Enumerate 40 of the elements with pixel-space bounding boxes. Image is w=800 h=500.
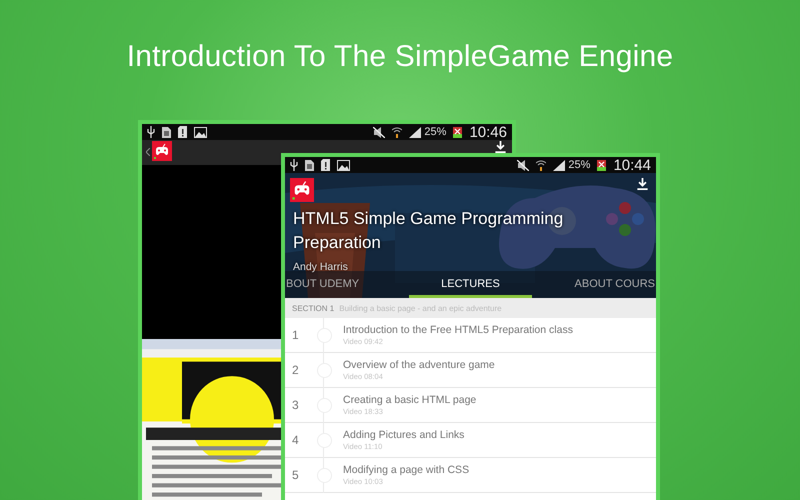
wifi-icon <box>392 126 402 138</box>
usb-icon <box>290 159 298 171</box>
course-author: Andy Harris <box>293 261 349 273</box>
signal-icon <box>409 126 422 138</box>
app-icon[interactable] <box>152 141 172 161</box>
lecture-number: 1 <box>292 328 299 342</box>
battery-percent: 25% <box>424 126 446 138</box>
battery-icon <box>453 126 462 138</box>
back-chevron-icon[interactable] <box>146 148 150 156</box>
sd-card-icon <box>321 159 330 171</box>
wifi-icon <box>536 160 546 170</box>
sim-card-icon <box>162 126 171 138</box>
lecture-number: 4 <box>292 433 299 447</box>
lecture-title[interactable]: Modifying a page with CSS <box>343 464 470 476</box>
course-title: HTML5 Simple Game Programming Preparation <box>293 208 564 254</box>
battery-icon <box>597 159 606 171</box>
lecture-title[interactable]: Introduction to the Free HTML5 Preparation class <box>343 324 573 336</box>
sd-card-icon <box>178 126 187 138</box>
section-label: SECTION 1 <box>292 304 334 312</box>
mute-icon <box>517 160 530 170</box>
sim-card-icon <box>305 159 314 171</box>
image-icon <box>194 126 207 138</box>
download-icon[interactable] <box>637 178 648 190</box>
app-icon[interactable] <box>290 178 314 202</box>
mute-icon <box>373 126 386 138</box>
clock-time: 10:44 <box>613 157 651 174</box>
lecture-number: 2 <box>292 363 299 377</box>
lecture-title[interactable]: Overview of the adventure game <box>343 359 495 371</box>
clock-time: 10:46 <box>469 124 507 140</box>
tab[interactable]: BOUT UDEMY <box>285 274 409 298</box>
headline: Introduction To The SimpleGame Engine <box>126 40 674 74</box>
usb-icon <box>147 126 155 138</box>
lecture-title[interactable]: Creating a basic HTML page <box>343 394 476 406</box>
download-icon[interactable] <box>495 141 506 153</box>
signal-icon <box>553 160 566 170</box>
tab[interactable]: ABOUT COURS <box>532 274 656 298</box>
lecture-number: 5 <box>292 468 299 482</box>
lecture-number: 3 <box>292 398 299 412</box>
battery-percent: 25% <box>568 159 590 171</box>
image-icon <box>337 160 350 170</box>
